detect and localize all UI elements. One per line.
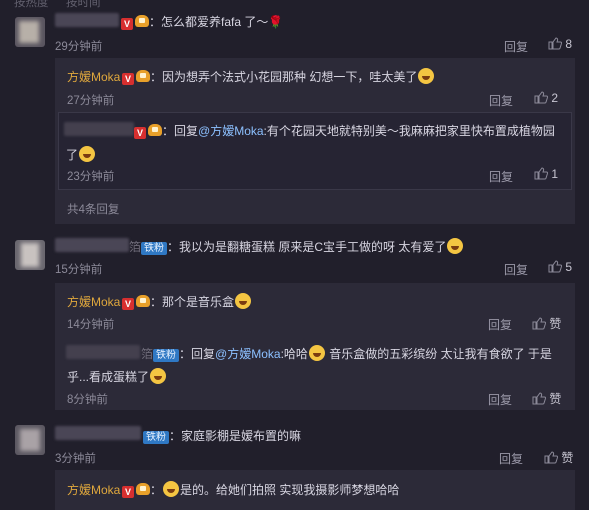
reply-body: V ：那个是音乐盒 [122,293,252,310]
thumb-up-icon [534,91,548,104]
reply-button[interactable]: 回复 [488,316,512,333]
avatar[interactable] [15,425,45,455]
username-redacted[interactable] [55,238,129,252]
verified-badge: V [121,18,133,30]
like-label: 赞 [549,392,562,406]
reply-button[interactable]: 回复 [489,168,513,185]
thumb-up-icon [532,392,546,405]
member-badge [135,15,149,27]
grin-emoji-icon [418,68,435,84]
fan-badge: 铁粉 [141,242,168,255]
laugh-emoji-icon [150,368,167,384]
like-button[interactable]: 赞 [532,315,561,332]
comment-body: 铁粉 ：家庭影棚是嫒布置的嘛 [143,427,301,444]
smirk-emoji-icon [163,481,180,497]
mention-link[interactable]: @方嫒Moka [215,347,281,361]
like-count: 8 [565,37,573,51]
verified-badge: V [122,486,134,498]
reply-button[interactable]: 回复 [504,38,528,55]
avatar[interactable] [15,240,45,270]
reply-body: V：是的。给她们拍照 实现我摄影师梦想哈哈 [122,481,399,498]
rose-icon: 🌹 [268,15,284,29]
member-badge [136,70,150,82]
reply-username[interactable]: 方嫒Moka [67,481,120,498]
reply-time: 14分钟前 [67,319,115,331]
comment-time: 29分钟前 [55,41,103,53]
reply-time: 8分钟前 [67,394,108,406]
comment-body: V ：怎么都爱养fafa 了～🌹 [121,13,283,30]
verified-badge: V [122,298,134,310]
thumb-up-icon [548,260,562,273]
comment-body: 箔铁粉 ：我以为是翻糖蛋糕 原来是C宝手工做的呀 太有爱了 [129,238,464,255]
like-label: 赞 [549,317,562,331]
like-count: 5 [565,260,573,274]
sort-tab-hot[interactable]: 按热度 [14,0,49,10]
fan-badge: 铁粉 [143,431,169,444]
reply-button[interactable]: 回复 [488,391,512,408]
thumb-up-icon [534,167,548,180]
verified-badge: V [122,73,134,85]
like-count: 2 [551,91,559,105]
like-button[interactable]: 5 [548,260,572,274]
sort-tab-time[interactable]: 按时间 [66,0,101,10]
thumb-up-icon [548,37,562,50]
nested-reply-body-cont: 乎...看成蛋糕了 [67,368,167,385]
username-redacted[interactable] [64,122,134,136]
laugh-emoji-icon [235,293,252,309]
like-button[interactable]: 8 [548,37,572,51]
username-redacted[interactable] [55,426,141,440]
like-button[interactable]: 1 [534,167,558,181]
avatar[interactable] [15,17,45,47]
fan-badge: 铁粉 [153,349,180,362]
like-button[interactable]: 赞 [544,449,573,466]
reply-username[interactable]: 方嫒Moka [67,68,120,85]
laugh-emoji-icon [447,238,464,254]
comment-time: 15分钟前 [55,264,103,276]
username-redacted[interactable] [66,345,140,359]
nested-reply-body: 箔铁粉 ：回复@方嫒Moka:哈哈 音乐盒做的五彩缤纷 太让我有食欲了 于是 [141,345,552,362]
member-badge [136,483,150,495]
laugh-emoji-icon [79,146,96,162]
thumb-up-icon [532,317,546,330]
nested-reply-body-cont: 了 [66,146,96,163]
reply-time: 27分钟前 [67,95,115,107]
thumb-up-icon [544,451,558,464]
laugh-emoji-icon [308,345,325,361]
member-badge [148,124,162,136]
nested-reply-body: V ：回复@方嫒Moka:有个花园天地就特别美～我麻麻把家里快布置成植物园 [134,122,555,139]
like-count: 1 [551,167,559,181]
reply-body: V ：因为想弄个法式小花园那种 幻想一下，哇太美了 [122,68,435,85]
username-redacted[interactable] [55,13,119,27]
verified-badge: V [134,127,146,139]
like-button[interactable]: 2 [534,91,558,105]
member-badge [136,295,150,307]
comment-time: 3分钟前 [55,453,96,465]
reply-time: 23分钟前 [67,171,115,183]
like-button[interactable]: 赞 [532,390,561,407]
reply-username[interactable]: 方嫒Moka [67,293,120,310]
reply-button[interactable]: 回复 [499,450,523,467]
reply-button[interactable]: 回复 [504,261,528,278]
like-label: 赞 [561,451,574,465]
mention-link[interactable]: @方嫒Moka [198,124,264,138]
reply-button[interactable]: 回复 [489,92,513,109]
more-replies-link[interactable]: 共4条回复 [67,201,119,217]
